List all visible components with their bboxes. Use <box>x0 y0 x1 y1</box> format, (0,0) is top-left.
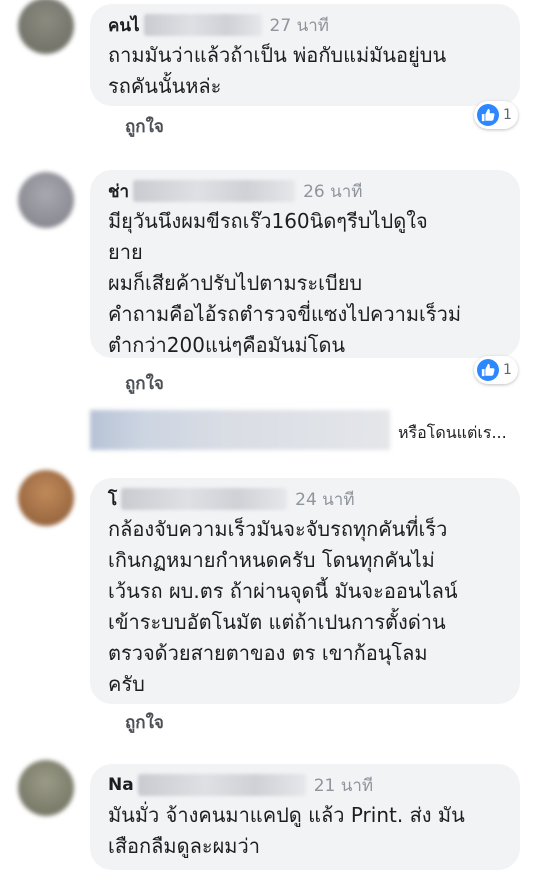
like-link[interactable]: ถูกใจ <box>125 113 164 140</box>
avatar[interactable] <box>18 470 74 526</box>
commenter-name[interactable]: คนไ <box>108 12 140 39</box>
comment-bubble: คนไ 27 นาที ถามมันว่าแล้วถ้าเป็น พ่อกับแ… <box>90 4 520 106</box>
reaction-count: 1 <box>503 362 512 378</box>
commenter-name[interactable]: ช่า <box>108 178 129 205</box>
reaction-badge[interactable]: 1 <box>474 356 518 384</box>
commenter-name[interactable]: โ <box>108 486 117 513</box>
comment-time[interactable]: 21 นาที <box>314 772 373 799</box>
comment-text: ถามมันว่าแล้วถ้าเป็น พ่อกับแม่มันอยู่บน … <box>108 43 447 98</box>
avatar[interactable] <box>18 760 74 816</box>
name-redaction <box>133 180 296 202</box>
avatar[interactable] <box>18 172 74 228</box>
comment-bubble: ช่า 26 นาที มียุวันนึงผมขีรถเร๊ว160นิดๆร… <box>90 170 520 358</box>
comment-time[interactable]: 24 นาที <box>295 486 354 513</box>
reply-redaction <box>90 410 390 450</box>
reaction-badge[interactable]: 1 <box>474 101 518 129</box>
name-redaction <box>143 14 262 36</box>
comment-text: มียุวันนึงผมขีรถเร๊ว160นิดๆรีบไปดูใจ ยาย… <box>108 209 462 357</box>
comment-text: กล้องจับความเร็วมันจะจับรถทุกคันที่เร็ว … <box>108 517 458 696</box>
like-link[interactable]: ถูกใจ <box>125 370 164 397</box>
comment-time[interactable]: 27 นาที <box>270 12 329 39</box>
commenter-name[interactable]: Na <box>108 775 134 795</box>
name-redaction <box>137 774 306 796</box>
reaction-count: 1 <box>503 107 512 123</box>
reply-preview-text[interactable]: หรือโดนแต่เร... <box>398 421 507 446</box>
comment-time[interactable]: 26 นาที <box>303 178 362 205</box>
comment-text: มันมั่ว จ้างคนมาแคปดู แล้ว Print. ส่ง มั… <box>108 803 465 858</box>
thumbs-up-icon <box>477 359 499 381</box>
reply-preview[interactable]: หรือโดนแต่เร... <box>90 408 530 454</box>
name-redaction <box>121 488 288 510</box>
comment-bubble: โ 24 นาที กล้องจับความเร็วมันจะจับรถทุกค… <box>90 478 520 704</box>
thumbs-up-icon <box>477 104 499 126</box>
comment-bubble: Na 21 นาที มันมั่ว จ้างคนมาแคปดู แล้ว Pr… <box>90 764 520 870</box>
avatar[interactable] <box>18 0 74 54</box>
like-link[interactable]: ถูกใจ <box>125 709 164 736</box>
